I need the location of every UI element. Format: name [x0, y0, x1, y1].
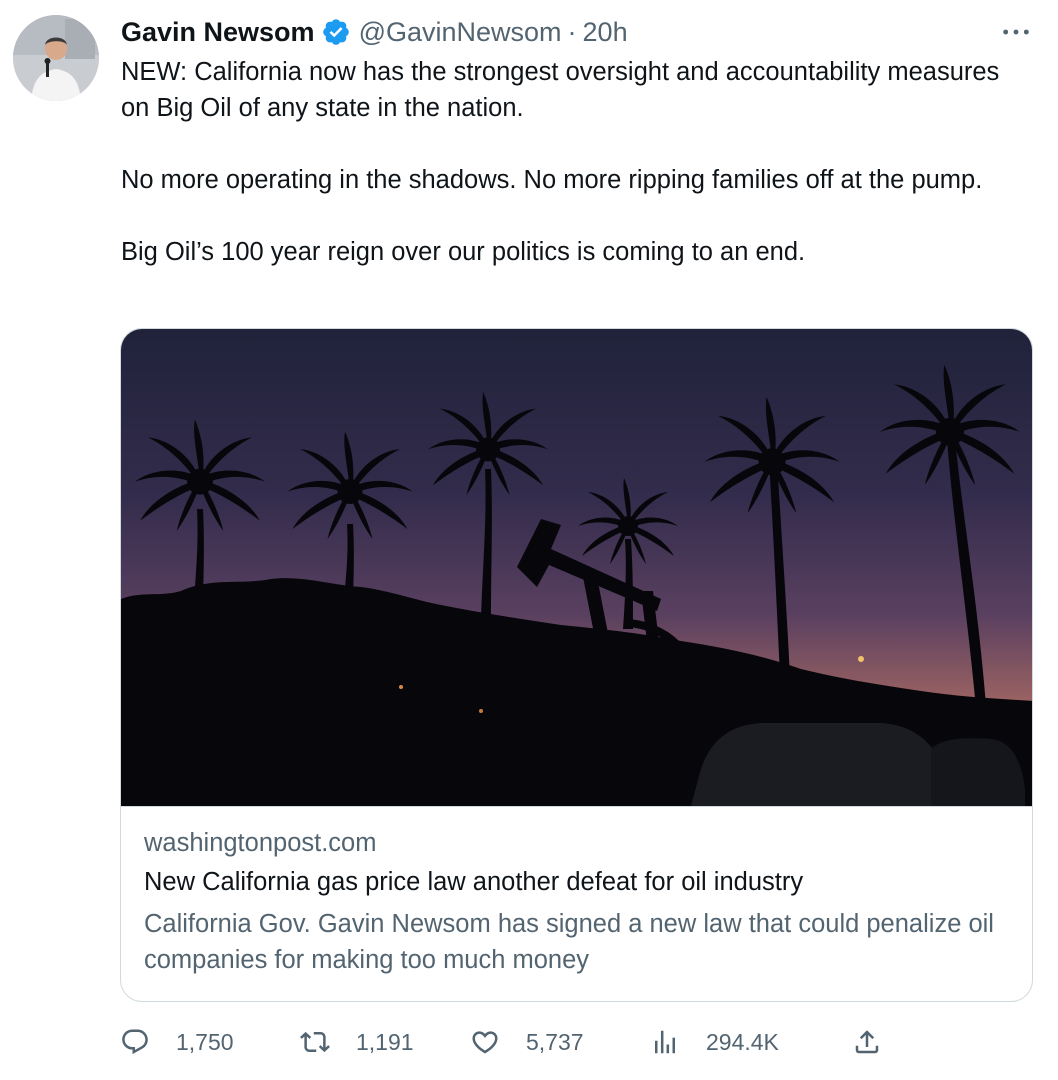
card-divider — [121, 806, 1032, 807]
reply-button[interactable]: 1,750 — [120, 1020, 234, 1064]
card-title: New California gas price law another def… — [144, 868, 804, 896]
avatar[interactable] — [13, 15, 99, 101]
separator-dot: · — [567, 16, 577, 47]
tweet-paragraph: NEW: California now has the strongest ov… — [121, 58, 1000, 122]
tweet-header: Gavin Newsom @GavinNewsom · 20h — [121, 14, 628, 50]
tweet-paragraph: No more operating in the shadows. No mor… — [121, 166, 983, 194]
retweet-icon — [300, 1027, 330, 1057]
more-icon[interactable] — [1000, 18, 1032, 46]
action-bar: 1,750 1,191 5,737 294.4K — [118, 1020, 1018, 1064]
tweet-text: NEW: California now has the strongest ov… — [121, 54, 1031, 270]
reply-count: 1,750 — [176, 1028, 234, 1055]
views-icon — [650, 1027, 680, 1057]
author-name[interactable]: Gavin Newsom — [121, 17, 315, 48]
views-button[interactable]: 294.4K — [650, 1020, 779, 1064]
avatar-image — [13, 15, 99, 101]
views-count: 294.4K — [706, 1028, 779, 1055]
like-count: 5,737 — [526, 1028, 584, 1055]
tweet-paragraph: Big Oil’s 100 year reign over our politi… — [121, 238, 806, 266]
author-handle[interactable]: @GavinNewsom — [359, 17, 562, 48]
retweet-count: 1,191 — [356, 1028, 414, 1055]
tweet-timestamp[interactable]: 20h — [583, 17, 628, 48]
card-description: California Gov. Gavin Newsom has signed … — [144, 910, 994, 974]
verified-badge-icon[interactable] — [321, 17, 351, 47]
heart-icon — [470, 1027, 500, 1057]
reply-icon — [120, 1027, 150, 1057]
card-image[interactable] — [121, 329, 1032, 806]
retweet-button[interactable]: 1,191 — [300, 1020, 414, 1064]
share-button[interactable] — [852, 1020, 882, 1064]
like-button[interactable]: 5,737 — [470, 1020, 584, 1064]
link-card[interactable]: washingtonpost.com New California gas pr… — [120, 328, 1033, 1002]
card-domain: washingtonpost.com — [144, 829, 377, 857]
share-icon — [852, 1027, 882, 1057]
